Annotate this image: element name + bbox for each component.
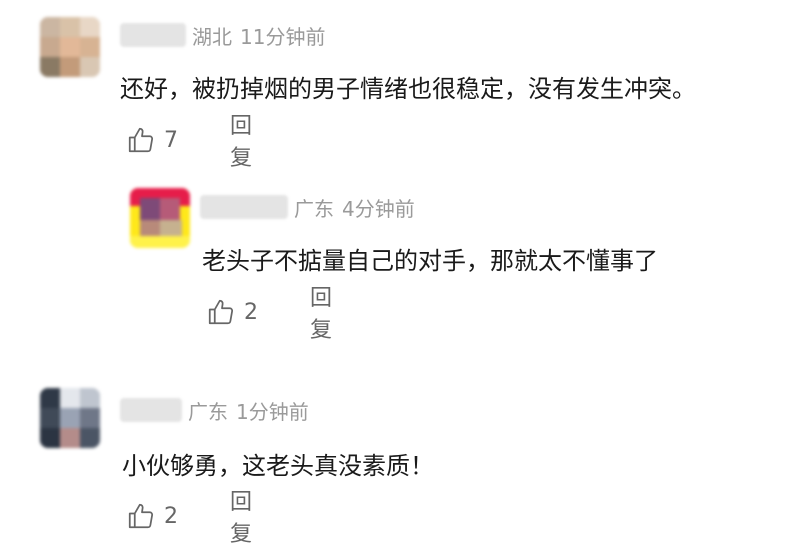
avatar[interactable] xyxy=(40,388,100,448)
comment-meta: 广东 1分钟前 xyxy=(120,395,309,425)
like-button[interactable]: 2 xyxy=(126,501,178,531)
username-blurred[interactable] xyxy=(200,195,288,219)
comment-actions: 2 回复 xyxy=(206,286,332,343)
comment-location: 广东 xyxy=(294,196,334,221)
comment-meta: 广东 4分钟前 xyxy=(200,192,415,222)
comment-meta: 湖北 11分钟前 xyxy=(120,20,325,50)
thumbs-up-icon xyxy=(128,127,154,153)
username-blurred[interactable] xyxy=(120,23,186,47)
like-count: 2 xyxy=(164,503,178,529)
comment-location: 湖北 xyxy=(192,24,232,49)
reply-button[interactable]: 回复 xyxy=(310,280,332,344)
reply-button[interactable]: 回复 xyxy=(230,484,252,548)
like-button[interactable]: 2 xyxy=(206,297,258,327)
thumbs-up-icon xyxy=(128,503,154,529)
comment-text: 小伙够勇，这老头真没素质！ xyxy=(122,452,434,480)
comment-time: 4分钟前 xyxy=(342,196,415,221)
username-blurred[interactable] xyxy=(120,398,182,422)
like-button[interactable]: 7 xyxy=(126,125,178,155)
like-count: 7 xyxy=(164,127,178,153)
comment-time: 1分钟前 xyxy=(236,399,309,424)
comment-text: 还好，被扔掉烟的男子情绪也很稳定，没有发生冲突。 xyxy=(120,75,696,103)
like-count: 2 xyxy=(244,299,258,325)
avatar[interactable] xyxy=(130,188,190,248)
comment-actions: 2 回复 xyxy=(126,490,252,547)
comment-time: 11分钟前 xyxy=(240,24,326,49)
avatar[interactable] xyxy=(40,17,100,77)
thumbs-up-icon xyxy=(208,299,234,325)
comment-actions: 7 回复 xyxy=(126,114,252,171)
comment-location: 广东 xyxy=(188,399,228,424)
reply-button[interactable]: 回复 xyxy=(230,108,252,172)
comment-text: 老头子不掂量自己的对手，那就太不懂事了 xyxy=(202,247,658,275)
